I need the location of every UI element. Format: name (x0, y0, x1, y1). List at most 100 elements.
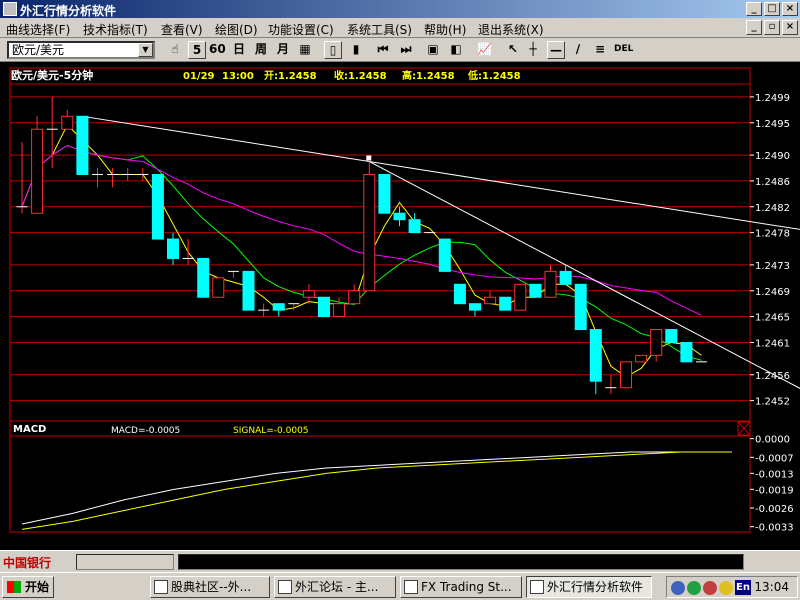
candle-up (544, 270, 557, 298)
candle-type-icon[interactable]: ▯ (324, 41, 342, 59)
price-tick-label: 1.2461 (755, 338, 790, 349)
mdi-restore-button[interactable]: ▫ (764, 20, 780, 35)
toolbar: 欧元/美元 ▼ ☝ 5 60 日 周 月 ▦ ▯ ▮ ⏮ ⏭ ▣ ◧ 📈 ↖ ┼… (0, 38, 800, 62)
candle-down (393, 212, 406, 221)
candle-down (438, 238, 451, 272)
menu-exit[interactable]: 退出系统(X) (478, 21, 544, 38)
delete-lines-button[interactable]: DEL (612, 41, 635, 59)
menu-indicators[interactable]: 技术指标(T) (83, 21, 148, 38)
status-bar: 中国银行 (0, 550, 800, 572)
macd-line (21, 451, 732, 525)
last-icon[interactable]: ⏭ (397, 41, 415, 59)
chart-line-icon[interactable]: 📈 (475, 41, 494, 59)
network-icon[interactable] (671, 581, 685, 595)
app-icon (3, 2, 17, 16)
task-forum-1[interactable]: 股典社区--外... (150, 576, 270, 598)
trend-line-handle[interactable] (366, 155, 372, 161)
price-tick-label: 1.2452 (755, 397, 790, 408)
price-tick-label: 1.2469 (755, 287, 790, 298)
hand-icon[interactable]: ☝ (166, 41, 184, 59)
interval-5-button[interactable]: 5 (188, 41, 206, 59)
candle-up (302, 290, 315, 298)
maximize-button[interactable]: □ (764, 2, 780, 16)
menu-draw[interactable]: 绘图(D) (215, 21, 258, 38)
volume-icon[interactable] (719, 581, 733, 595)
browser-icon (154, 580, 168, 594)
info-low: 低:1.2458 (467, 69, 521, 82)
info-high: 高:1.2458 (402, 69, 455, 82)
task-fx-analysis[interactable]: 外汇行情分析软件 (526, 576, 652, 598)
window-icon[interactable]: ▣ (424, 41, 442, 59)
candle-down (680, 341, 693, 363)
candle-up (484, 296, 497, 305)
daily-button[interactable]: 日 (230, 41, 248, 59)
ticker-field (178, 554, 744, 570)
candle-down (559, 270, 572, 285)
menu-view[interactable]: 查看(V) (161, 21, 203, 38)
info-date: 01/29 (183, 71, 215, 82)
status-field (76, 554, 174, 570)
candle-down (167, 238, 179, 259)
info-time: 13:00 (222, 71, 254, 82)
price-tick-label: 1.2465 (755, 313, 790, 324)
macd-tick-label: -0.0026 (755, 504, 794, 515)
candle-down (574, 283, 587, 331)
menu-settings[interactable]: 功能设置(C) (268, 21, 334, 38)
currency-pair-select[interactable]: 欧元/美元 ▼ (7, 41, 155, 59)
clock: 13:04 (754, 580, 789, 594)
task-label: FX Trading St... (421, 580, 512, 594)
signal-value: SIGNAL=-0.0005 (233, 426, 309, 436)
window-title: 外汇行情分析软件 (20, 4, 117, 18)
candle-up (61, 115, 74, 130)
weekly-button[interactable]: 周 (252, 41, 270, 59)
crosshair-icon[interactable]: ┼ (524, 41, 542, 59)
task-forum-2[interactable]: 外汇论坛 - 主... (274, 576, 396, 598)
close-button[interactable]: × (782, 2, 798, 16)
trend-line-1[interactable] (82, 115, 800, 230)
chart-frame (9, 67, 751, 533)
price-tick-label: 1.2473 (755, 261, 790, 272)
menu-tools[interactable]: 系统工具(S) (347, 21, 412, 38)
candle-up (650, 329, 663, 356)
bank-logo: 中国银行 (3, 556, 52, 570)
candle-down (408, 219, 421, 234)
minimize-button[interactable]: _ (746, 2, 762, 16)
monthly-button[interactable]: 月 (274, 41, 292, 59)
menu-help[interactable]: 帮助(H) (424, 21, 466, 38)
mdi-minimize-button[interactable]: _ (746, 20, 762, 35)
price-tick-label: 1.2486 (755, 177, 790, 188)
ma-slow-line (21, 144, 702, 316)
macd-label: MACD (13, 424, 46, 435)
window-alt-icon[interactable]: ◧ (447, 41, 465, 59)
first-icon[interactable]: ⏮ (374, 41, 392, 59)
candle-down (469, 303, 481, 311)
task-fx-trading[interactable]: FX Trading St... (400, 576, 522, 598)
candle-down (665, 329, 678, 343)
candle-up (514, 283, 527, 311)
menu-curve-select[interactable]: 曲线选择(F) (6, 21, 70, 38)
grid-icon[interactable]: ▦ (296, 41, 314, 59)
info-open: 开:1.2458 (264, 70, 317, 82)
menu-bar: 曲线选择(F) 技术指标(T) 查看(V) 绘图(D) 功能设置(C) 系统工具… (0, 18, 800, 38)
language-indicator[interactable]: En (735, 580, 751, 595)
horizontal-line-icon[interactable]: — (547, 41, 565, 59)
start-button[interactable]: 开始 (2, 576, 54, 598)
chevron-down-icon[interactable]: ▼ (138, 43, 153, 57)
candle-down (151, 173, 164, 240)
mdi-close-button[interactable]: × (782, 20, 798, 35)
candle-down (76, 115, 89, 175)
candle-down (197, 257, 210, 298)
fib-lines-icon[interactable]: ≡ (591, 41, 609, 59)
pointer-icon[interactable]: ↖ (504, 41, 522, 59)
candle-up (212, 277, 225, 298)
candle-down (378, 173, 391, 214)
bar-type-icon[interactable]: ▮ (347, 41, 365, 59)
candle-up (333, 303, 346, 318)
info-close: 收:1.2458 (334, 69, 387, 82)
trend-line-icon[interactable]: ∕ (569, 41, 587, 59)
candle-up (31, 128, 44, 214)
messenger-icon[interactable] (687, 581, 701, 595)
security-icon[interactable] (703, 581, 717, 595)
macd-tick-label: 0.0000 (755, 435, 790, 446)
interval-60-button[interactable]: 60 (207, 41, 228, 59)
